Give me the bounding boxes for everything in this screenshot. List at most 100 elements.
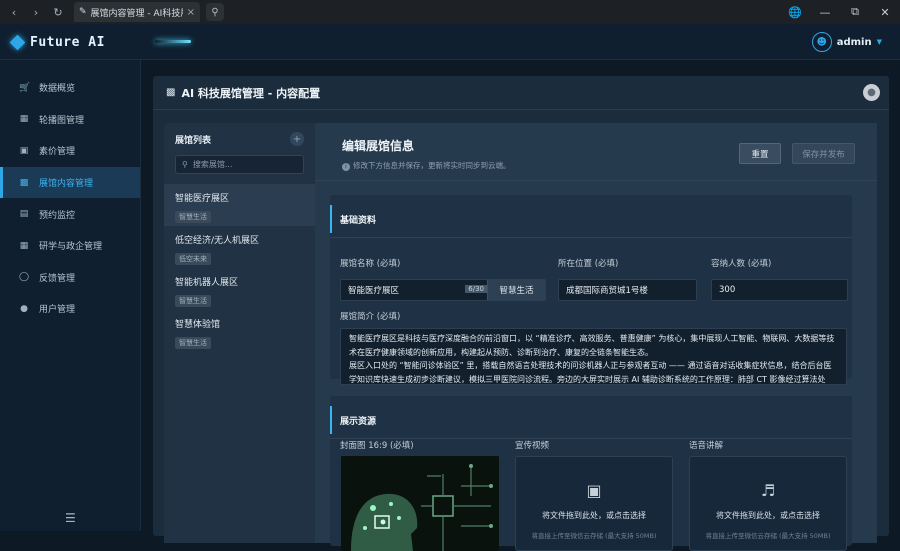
building-icon: ▦: [19, 114, 29, 125]
add-hall-icon[interactable]: +: [290, 132, 304, 146]
hall-list-title: 展馆列表: [175, 135, 212, 146]
section-heading: 基础资料: [330, 205, 852, 233]
browser-chrome: ‹ › ↻ ✎ 展馆内容管理 - AI科技展馆 × ⚲ 🌐 — ⧉ ✕: [0, 0, 900, 24]
forward-icon[interactable]: ›: [28, 6, 44, 19]
hall-tag: 智慧生活: [175, 295, 211, 307]
audio-label: 语音讲解: [689, 441, 724, 451]
page-title: AI 科技展馆管理 - 内容配置: [181, 86, 321, 100]
cart-icon: 🛒: [19, 82, 31, 93]
sidebar-item-label: 轮播图管理: [39, 115, 85, 126]
name-label: 展馆名称 (必填): [340, 259, 401, 269]
close-tab-icon[interactable]: ×: [187, 7, 195, 18]
sidebar-item-label: 预约监控: [39, 210, 76, 221]
sidebar-item-label: 研学与政企管理: [39, 242, 103, 253]
main-content: ▩ AI 科技展馆管理 - 内容配置 ● 展馆列表 + ⚲ 搜索展馆... 智能…: [141, 60, 900, 551]
reset-button[interactable]: 重置: [739, 143, 781, 164]
editor-title: 编辑展馆信息: [342, 139, 415, 153]
hall-name: 智慧体验馆: [175, 320, 221, 330]
category-select[interactable]: 智慧生活: [487, 280, 545, 300]
user-name: admin: [836, 36, 872, 48]
sidebar-item-material[interactable]: ▣ 素价管理: [0, 135, 140, 167]
location-label: 所在位置 (必填): [558, 259, 619, 269]
sidebar-item-study[interactable]: ▦ 研学与政企管理: [0, 230, 140, 262]
chat-icon: ◯: [19, 272, 30, 283]
sidebar-item-hall-content[interactable]: ▩ 展馆内容管理: [0, 166, 140, 199]
user-avatar-icon: ☻: [811, 32, 832, 52]
sidebar-item-label: 数据概览: [39, 84, 76, 95]
hall-list: 展馆列表 + ⚲ 搜索展馆... 智能医疗展区 智慧生活 低空经济/无人机展区 …: [164, 123, 315, 543]
panel-header: ▩ AI 科技展馆管理 - 内容配置 ●: [153, 76, 889, 110]
menu-collapse-icon[interactable]: ☰: [65, 511, 76, 525]
capacity-label: 容纳人数 (必填): [711, 259, 772, 269]
video-upload-text: 将文件拖到此处，或点击选择: [542, 511, 646, 520]
building-icon: ▦: [19, 240, 29, 251]
minimize-icon[interactable]: —: [810, 6, 840, 19]
hall-search-placeholder: 搜索展馆...: [192, 160, 233, 169]
sidebar-item-label: 素价管理: [39, 147, 76, 158]
cover-image[interactable]: [341, 456, 499, 551]
char-count: 6/30: [465, 285, 487, 293]
app-header: Future AI ☻ admin ▼: [0, 24, 900, 60]
sidebar-item-label: 反馈管理: [39, 273, 76, 284]
hall-list-item[interactable]: 智能医疗展区 智慧生活: [164, 184, 315, 226]
header-glow-line: [155, 40, 191, 43]
brand[interactable]: Future AI: [9, 24, 105, 60]
hall-tag: 智慧生活: [175, 337, 211, 349]
sidebar-item-overview[interactable]: 🛒 数据概览: [0, 72, 140, 104]
tab-search-icon[interactable]: ⚲: [206, 3, 224, 21]
hall-name: 智能机器人展区: [175, 278, 239, 288]
video-camera-icon: ▣: [586, 481, 602, 500]
video-label: 宣传视频: [515, 441, 550, 451]
hall-name: 智能医疗展区: [175, 194, 230, 204]
close-window-icon[interactable]: ✕: [870, 6, 900, 19]
hall-search-input[interactable]: ⚲ 搜索展馆...: [175, 155, 304, 174]
location-field[interactable]: 成都国际商贸城1号楼: [558, 279, 697, 301]
editor-subtitle-text: 修改下方信息并保存，更新将实时同步到云端。: [353, 161, 511, 170]
info-icon: i: [342, 163, 350, 171]
calendar-icon: ▤: [19, 209, 29, 220]
back-icon[interactable]: ‹: [6, 6, 22, 19]
capacity-value: 300: [719, 285, 736, 295]
hall-tag: 智慧生活: [175, 211, 211, 223]
sidebar-item-label: 展馆内容管理: [39, 179, 94, 190]
hall-list-item[interactable]: 智能机器人展区 智慧生活: [164, 268, 315, 310]
cover-label: 封面图 16:9 (必填): [340, 441, 414, 451]
folder-icon: ▣: [19, 145, 29, 156]
logo-icon: [9, 34, 26, 50]
user-menu[interactable]: ☻ admin ▼: [811, 30, 882, 54]
profile-avatar-icon[interactable]: ●: [863, 84, 880, 101]
screen-icon: ▩: [19, 177, 29, 188]
hall-name-value: 智能医疗展区: [348, 286, 400, 296]
globe-icon[interactable]: 🌐: [780, 6, 810, 19]
hall-name: 低空经济/无人机展区: [175, 236, 260, 246]
save-publish-button[interactable]: 保存并发布: [792, 143, 855, 164]
user-icon: ●: [20, 303, 28, 314]
editor-subtitle: i 修改下方信息并保存，更新将实时同步到云端。: [342, 160, 511, 171]
intro-textarea[interactable]: 智能医疗展区是科技与医疗深度融合的前沿窗口，以 “精准诊疗、高效服务、普惠健康”…: [340, 328, 847, 385]
intro-label: 展馆简介 (必填): [340, 312, 401, 322]
sidebar-item-carousel[interactable]: ▦ 轮播图管理: [0, 104, 140, 136]
hall-list-item[interactable]: 智慧体验馆 智慧生活: [164, 310, 315, 352]
sidebar-item-booking[interactable]: ▤ 预约监控: [0, 198, 140, 230]
audio-upload[interactable]: ♬ 将文件拖到此处，或点击选择 将直接上传至微信云存储 (最大支持 50MB): [689, 456, 847, 551]
edit-icon: ✎: [79, 7, 87, 17]
video-upload[interactable]: ▣ 将文件拖到此处，或点击选择 将直接上传至微信云存储 (最大支持 50MB): [515, 456, 673, 551]
hall-name-field[interactable]: 智能医疗展区 6/30 智慧生活: [340, 279, 546, 301]
hall-list-item[interactable]: 低空经济/无人机展区 低空未来: [164, 226, 315, 268]
reload-icon[interactable]: ↻: [50, 6, 66, 19]
sidebar-item-feedback[interactable]: ◯ 反馈管理: [0, 262, 140, 294]
sidebar-item-label: 用户管理: [39, 305, 76, 316]
caret-down-icon: ▼: [876, 38, 882, 46]
sidebar-item-users[interactable]: ● 用户管理: [0, 293, 140, 325]
capacity-field[interactable]: 300: [711, 279, 848, 301]
screen-icon: ▩: [166, 87, 176, 98]
sidebar: 🛒 数据概览 ▦ 轮播图管理 ▣ 素价管理 ▩ 展馆内容管理 ▤ 预约监控 ▦ 研学与政企管…: [0, 60, 141, 531]
location-value: 成都国际商贸城1号楼: [566, 286, 648, 296]
audio-upload-hint: 将直接上传至微信云存储 (最大支持 50MB): [705, 532, 831, 540]
browser-tab[interactable]: ✎ 展馆内容管理 - AI科技展馆 ×: [74, 2, 200, 22]
hall-editor: 编辑展馆信息 i 修改下方信息并保存，更新将实时同步到云端。 重置 保存并发布 基…: [315, 123, 877, 551]
media-section: 展示资源 封面图 16:9 (必填) 宣传视频 ▣ 将文件拖到此处，或点击选择 …: [330, 396, 852, 551]
restore-icon[interactable]: ⧉: [840, 5, 870, 19]
hall-tag: 低空未来: [175, 253, 211, 265]
headphones-icon: ♬: [760, 481, 776, 500]
